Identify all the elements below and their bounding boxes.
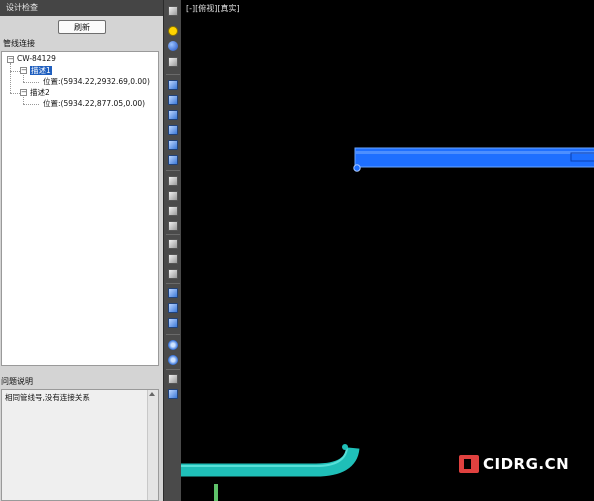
eye-hidden-icon[interactable] [168,355,178,365]
3d-viewport[interactable]: [-][俯视][真实] CIDRG.CN [181,0,594,501]
tree-item-2-label[interactable]: 描述2 [30,88,50,98]
collapse-toggle-item-2[interactable]: − [20,89,27,96]
cidrg-logo-icon [459,455,479,473]
view-right-icon[interactable] [168,125,178,135]
issue-scrollbar[interactable] [147,390,158,500]
view-left-icon[interactable] [168,110,178,120]
sun-icon[interactable] [168,26,178,36]
pan-icon[interactable] [168,269,178,279]
teal-pipe[interactable] [181,444,360,477]
iso-nw-icon[interactable] [168,221,178,231]
cube-solid-icon[interactable] [168,303,178,313]
layers-icon[interactable] [168,57,178,67]
green-pipe[interactable] [214,484,218,501]
tree-item-2-position[interactable]: 位置:(5934.22,877.05,0.00) [43,99,145,109]
panel-title: 设计检查 [0,0,163,16]
scroll-up-arrow-icon[interactable] [149,392,155,396]
issue-description-text: 相同管线号,没有连接关系 [5,393,90,402]
view-top-icon[interactable] [168,140,178,150]
tree-item-1-label: 描述1 [30,66,52,75]
cube-section-icon[interactable] [168,318,178,328]
iso-ne-icon[interactable] [168,206,178,216]
axis-icon[interactable] [168,239,178,249]
issue-description-label: 问题说明 [1,377,33,386]
cube-wire-icon[interactable] [168,288,178,298]
collapse-toggle-item-1[interactable]: − [20,67,27,74]
issue-description-box[interactable]: 相同管线号,没有连接关系 [1,389,159,501]
collapse-toggle-root[interactable]: − [7,56,14,63]
box-open-icon[interactable] [168,389,178,399]
pipe-endpoint-icon [353,164,361,172]
tree-item-1[interactable]: 描述1 [30,66,52,76]
window-icon[interactable] [168,6,178,16]
design-check-panel: 设计检查 刷新 管线连接 − CW-84129 − 描述1 位置:(5934.2… [0,0,163,501]
eye-icon[interactable] [168,340,178,350]
box-icon[interactable] [168,374,178,384]
vertical-toolbar [163,0,183,501]
sphere-icon[interactable] [168,41,178,51]
viewport-scene [181,147,594,501]
blue-pipe[interactable] [353,147,594,172]
watermark-text: CIDRG.CN [483,455,570,473]
view-front-icon[interactable] [168,80,178,90]
tree-root-label[interactable]: CW-84129 [17,54,56,64]
tree-item-1-position[interactable]: 位置:(5934.22,2932.69,0.00) [43,77,150,87]
view-bottom-icon[interactable] [168,155,178,165]
iso-sw-icon[interactable] [168,176,178,186]
view-back-icon[interactable] [168,95,178,105]
refresh-button[interactable]: 刷新 [58,20,106,34]
iso-se-icon[interactable] [168,191,178,201]
pipe-connection-label: 管线连接 [3,39,35,48]
orbit-icon[interactable] [168,254,178,264]
pipe-tree[interactable]: − CW-84129 − 描述1 位置:(5934.22,2932.69,0.0… [1,51,159,366]
